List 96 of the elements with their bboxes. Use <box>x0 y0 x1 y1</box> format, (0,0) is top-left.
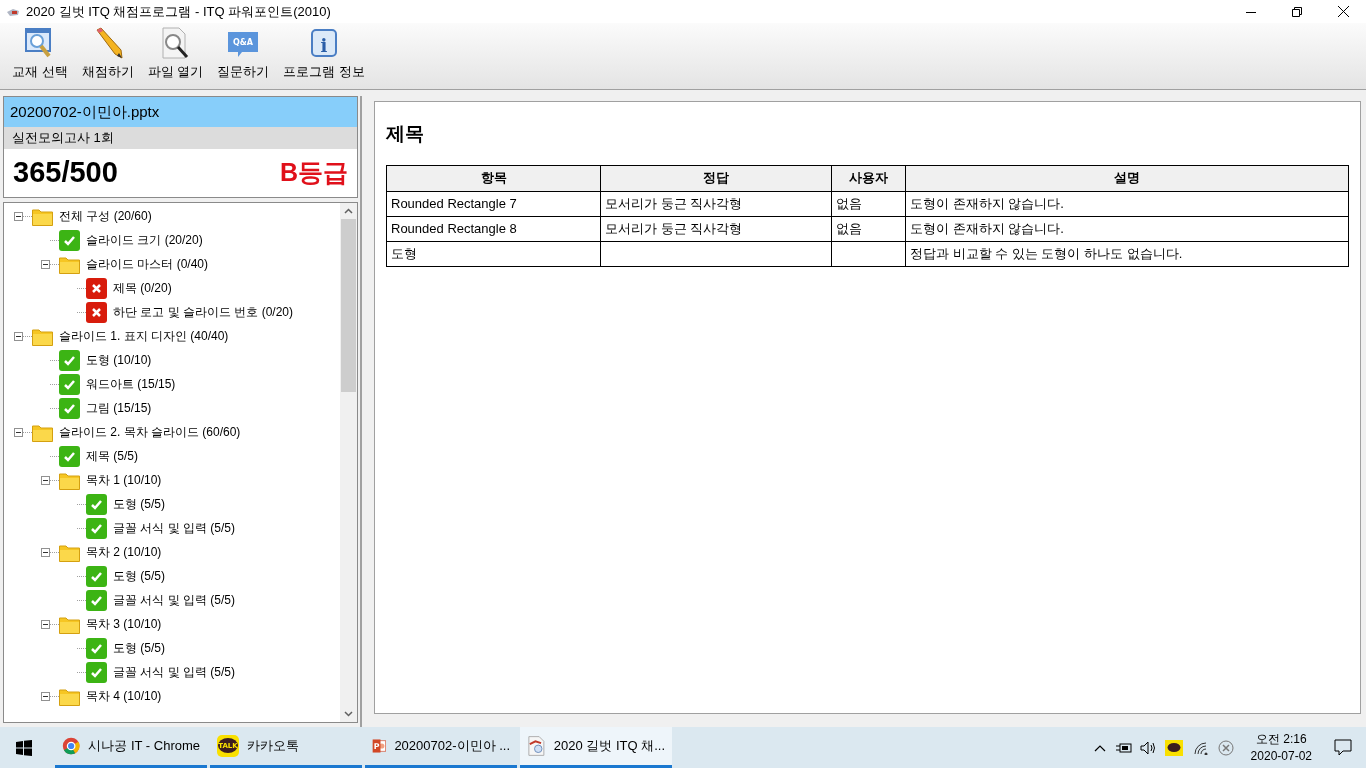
chat-bubble-icon[interactable] <box>1164 739 1183 756</box>
collapse-icon[interactable] <box>41 259 50 269</box>
tree-item[interactable]: 도형 (5/5) <box>113 495 165 513</box>
date: 2020-07-02 <box>1250 747 1312 765</box>
tree-item[interactable]: 제목 (5/5) <box>86 447 138 465</box>
table-cell: 없음 <box>831 216 906 241</box>
tree-item[interactable]: 제목 (0/20) <box>113 279 172 297</box>
scroll-thumb[interactable] <box>341 219 356 392</box>
folder-icon <box>59 470 80 490</box>
table-cell: 도형 <box>386 241 601 266</box>
tree-item[interactable]: 글꼴 서식 및 입력 (5/5) <box>113 591 235 609</box>
collapse-icon[interactable] <box>41 475 50 485</box>
folder-icon <box>32 326 53 346</box>
table-cell: 모서리가 둥근 직사각형 <box>600 191 832 216</box>
chrome-icon <box>62 735 81 757</box>
check-icon <box>86 637 107 659</box>
tree-item[interactable]: 목차 2 (10/10) <box>86 543 162 561</box>
scroll-up-icon[interactable] <box>344 208 353 214</box>
folder-icon <box>32 206 53 226</box>
table-cell: 없음 <box>831 191 906 216</box>
toolbar-button[interactable]: 교재 선택 <box>8 25 72 81</box>
column-header: 사용자 <box>831 165 906 191</box>
tree-item[interactable]: 목차 1 (10/10) <box>86 471 162 489</box>
tree-item[interactable]: 글꼴 서식 및 입력 (5/5) <box>113 519 235 537</box>
toolbar-button[interactable]: i 프로그램 정보 <box>279 25 369 81</box>
toolbar-button[interactable]: Q&A 질문하기 <box>213 25 274 81</box>
column-header: 항목 <box>386 165 601 191</box>
taskbar-button[interactable]: 2020 길벗 ITQ 채... <box>520 727 672 768</box>
toolbar-button[interactable]: 채점하기 <box>77 25 138 81</box>
collapse-icon[interactable] <box>41 547 50 557</box>
tree-item[interactable]: 슬라이드 2. 목차 슬라이드 (60/60) <box>59 423 241 441</box>
tree-item[interactable]: 슬라이드 크기 (20/20) <box>86 231 203 249</box>
table-cell: 도형이 존재하지 않습니다. <box>905 191 1349 216</box>
folder-icon <box>32 422 53 442</box>
collapse-icon[interactable] <box>14 211 23 221</box>
tree-item[interactable]: 슬라이드 1. 표지 디자인 (40/40) <box>59 327 229 345</box>
check-icon <box>59 445 80 467</box>
window-title: 2020 길벗 ITQ 채점프로그램 - ITQ 파워포인트(2010) <box>26 2 331 21</box>
scroll-down-icon[interactable] <box>344 711 353 717</box>
tree-item[interactable]: 도형 (5/5) <box>113 567 165 585</box>
wifi-icon[interactable] <box>1192 740 1209 755</box>
tree-item[interactable]: 목차 3 (10/10) <box>86 615 162 633</box>
notification-icon[interactable] <box>1334 739 1352 756</box>
check-icon <box>59 397 80 419</box>
file-name: 20200702-이민아.pptx <box>10 101 160 122</box>
tree-item[interactable]: 글꼴 서식 및 입력 (5/5) <box>113 663 235 681</box>
chevron-up-icon[interactable] <box>1093 743 1106 752</box>
table-cell: 정답과 비교할 수 있는 도형이 하나도 없습니다. <box>905 241 1349 266</box>
cross-icon <box>86 301 107 323</box>
folder-icon <box>59 254 80 274</box>
check-icon <box>86 517 107 539</box>
folder-icon <box>59 614 80 634</box>
check-icon <box>86 565 107 587</box>
tree-item[interactable]: 목차 4 (10/10) <box>86 687 162 705</box>
column-header: 설명 <box>905 165 1349 191</box>
folder-icon <box>59 542 80 562</box>
tree-item[interactable]: 슬라이드 마스터 (0/40) <box>86 255 208 273</box>
grade: B등급 <box>279 157 348 189</box>
tree-item[interactable]: 도형 (10/10) <box>86 351 152 369</box>
check-icon <box>59 373 80 395</box>
clock[interactable]: 오전 2:16 2020-07-02 <box>1242 730 1320 765</box>
tree-item[interactable]: 그림 (15/15) <box>86 399 152 417</box>
table-cell: Rounded Rectangle 7 <box>386 191 601 216</box>
taskbar-button[interactable]: 시나공 IT - Chrome <box>55 727 207 768</box>
tree-item[interactable]: 전체 구성 (20/60) <box>59 207 152 225</box>
score: 365/500 <box>13 155 118 191</box>
toolbar-button[interactable]: 파일 열기 <box>143 25 208 81</box>
collapse-icon[interactable] <box>41 691 50 701</box>
time: 오전 2:16 <box>1255 730 1307 748</box>
check-icon <box>86 661 107 683</box>
collapse-icon[interactable] <box>41 619 50 629</box>
check-icon <box>59 229 80 251</box>
check-icon <box>86 493 107 515</box>
tree-item[interactable]: 워드아트 (15/15) <box>86 375 176 393</box>
table-cell: 모서리가 둥근 직사각형 <box>600 216 832 241</box>
column-header: 정답 <box>600 165 832 191</box>
check-icon <box>86 589 107 611</box>
check-icon <box>59 349 80 371</box>
tree-item[interactable]: 도형 (5/5) <box>113 639 165 657</box>
folder-icon <box>59 686 80 706</box>
windows-logo-icon <box>16 739 32 756</box>
exam-name: 실전모의고사 1회 <box>12 129 114 148</box>
disconnected-icon[interactable] <box>1217 739 1234 756</box>
cross-icon <box>86 277 107 299</box>
collapse-icon[interactable] <box>14 427 23 437</box>
speaker-icon[interactable] <box>1139 740 1157 755</box>
document-search-icon <box>527 735 546 757</box>
tree-item[interactable]: 하단 로고 및 슬라이드 번호 (0/20) <box>113 303 294 321</box>
collapse-icon[interactable] <box>14 331 23 341</box>
restore-icon <box>1292 6 1302 17</box>
close-icon <box>1337 6 1349 17</box>
scrollbar[interactable] <box>340 203 357 722</box>
battery-icon[interactable] <box>1115 742 1132 753</box>
table-cell: 도형이 존재하지 않습니다. <box>905 216 1349 241</box>
section-title: 제목 <box>386 122 425 146</box>
table-cell: Rounded Rectangle 8 <box>386 216 601 241</box>
